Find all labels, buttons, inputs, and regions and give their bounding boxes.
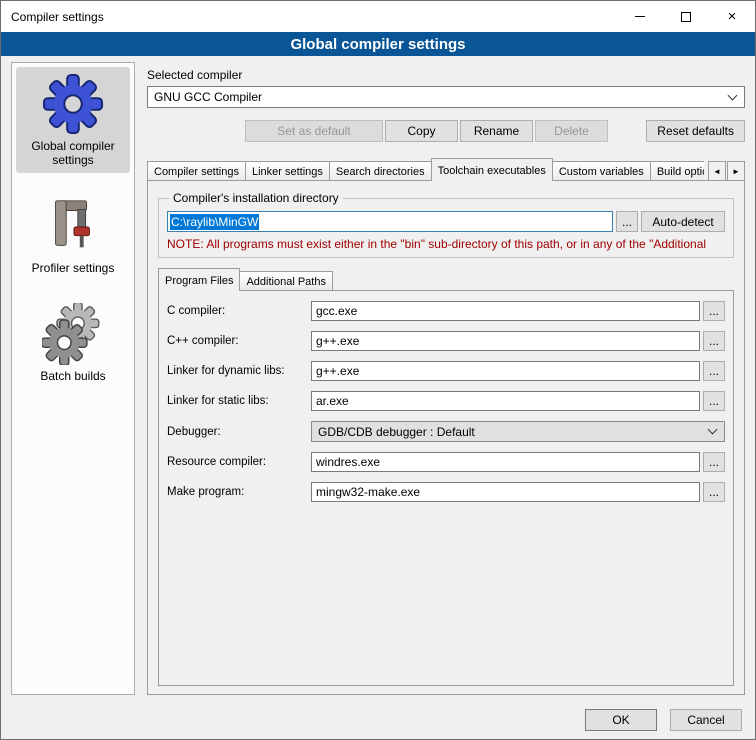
dialog-header: Global compiler settings [1,32,755,56]
make-program-label: Make program: [167,486,307,498]
selected-compiler-label: Selected compiler [147,68,745,82]
set-as-default-button[interactable]: Set as default [245,120,383,142]
tab-scroll-arrows: ◄ ► [704,161,745,181]
debugger-value: GDB/CDB debugger : Default [318,425,709,439]
cpp-compiler-label: C++ compiler: [167,335,307,347]
dialog-body: Global compiler settings Profiler settin… [1,56,755,701]
maximize-button[interactable] [663,1,709,32]
sidebar-item-label: Batch builds [40,369,105,383]
maximize-icon [681,12,691,22]
browse-button[interactable]: ... [703,361,725,381]
main-panel: Selected compiler GNU GCC Compiler Set a… [147,62,745,695]
form-row-make-program: Make program: ... [167,482,725,502]
form-row-static-linker: Linker for static libs: ... [167,391,725,411]
browse-directory-button[interactable]: ... [616,211,638,232]
sidebar-item-profiler-settings[interactable]: Profiler settings [16,189,130,281]
tab-search-directories[interactable]: Search directories [329,161,432,181]
dynamic-linker-label: Linker for dynamic libs: [167,365,307,377]
tab-compiler-settings[interactable]: Compiler settings [147,161,246,181]
form-row-cpp-compiler: C++ compiler: ... [167,331,725,351]
installation-directory-value: C:\raylib\MinGW [170,214,259,230]
cancel-button[interactable]: Cancel [670,709,742,731]
delete-button[interactable]: Delete [535,120,608,142]
chevron-down-icon [708,425,718,435]
close-button[interactable]: × [709,1,755,32]
tab-scroll-right-button[interactable]: ► [727,161,745,181]
program-tabs: Program Files Additional Paths [158,268,734,291]
tab-additional-paths[interactable]: Additional Paths [239,271,333,291]
static-linker-input[interactable] [311,391,700,411]
debugger-label: Debugger: [167,426,307,438]
installation-directory-input[interactable]: C:\raylib\MinGW [167,211,613,232]
make-program-input[interactable] [311,482,700,502]
form-row-c-compiler: C compiler: ... [167,301,725,321]
arrow-left-icon: ◄ [713,167,721,176]
form-row-resource-compiler: Resource compiler: ... [167,452,725,472]
cpp-compiler-input[interactable] [311,331,700,351]
browse-button[interactable]: ... [703,482,725,502]
sidebar-item-label: Global compiler settings [18,139,128,167]
installation-note: NOTE: All programs must exist either in … [167,237,725,251]
browse-button[interactable]: ... [703,301,725,321]
chevron-down-icon [728,90,738,100]
sidebar-item-batch-builds[interactable]: Batch builds [16,297,130,389]
compiler-actions: Set as default Copy Rename Delete Reset … [147,120,745,142]
debugger-dropdown[interactable]: GDB/CDB debugger : Default [311,421,725,442]
minimize-icon [635,16,645,17]
auto-detect-button[interactable]: Auto-detect [641,211,725,232]
rename-button[interactable]: Rename [460,120,533,142]
close-icon: × [728,9,737,24]
installation-directory-group-label: Compiler's installation directory [169,191,343,205]
resource-compiler-input[interactable] [311,452,700,472]
browse-button[interactable]: ... [703,391,725,411]
c-compiler-label: C compiler: [167,305,307,317]
arrow-right-icon: ► [732,167,740,176]
settings-tabs: Compiler settings Linker settings Search… [147,158,745,181]
copy-button[interactable]: Copy [385,120,458,142]
resource-compiler-label: Resource compiler: [167,456,307,468]
sidebar-item-label: Profiler settings [32,261,115,275]
installation-directory-row: C:\raylib\MinGW ... Auto-detect [167,211,725,232]
selected-compiler-value: GNU GCC Compiler [154,90,729,104]
toolchain-executables-panel: Compiler's installation directory C:\ray… [147,180,745,695]
window-controls: × [617,1,755,32]
ok-button[interactable]: OK [585,709,657,731]
selected-compiler-dropdown[interactable]: GNU GCC Compiler [147,86,745,108]
tab-scroll-left-button[interactable]: ◄ [708,161,726,181]
dialog-footer: OK Cancel [1,701,755,739]
settings-sidebar: Global compiler settings Profiler settin… [11,62,135,695]
tab-custom-variables[interactable]: Custom variables [552,161,651,181]
batch-builds-icon [42,303,104,365]
tab-toolchain-executables[interactable]: Toolchain executables [431,158,553,181]
minimize-button[interactable] [617,1,663,32]
static-linker-label: Linker for static libs: [167,395,307,407]
form-row-debugger: Debugger: GDB/CDB debugger : Default [167,421,725,442]
c-compiler-input[interactable] [311,301,700,321]
compiler-settings-window: Compiler settings × Global compiler sett… [0,0,756,740]
tab-program-files[interactable]: Program Files [158,268,240,291]
titlebar[interactable]: Compiler settings × [1,1,755,32]
sidebar-item-global-compiler-settings[interactable]: Global compiler settings [16,67,130,173]
gear-icon [42,73,104,135]
installation-directory-group: Compiler's installation directory C:\ray… [158,191,734,258]
window-title: Compiler settings [1,10,104,24]
program-files-panel: C compiler: ... C++ compiler: ... Linker… [158,290,734,686]
browse-button[interactable]: ... [703,331,725,351]
browse-button[interactable]: ... [703,452,725,472]
form-row-dynamic-linker: Linker for dynamic libs: ... [167,361,725,381]
tab-linker-settings[interactable]: Linker settings [245,161,330,181]
reset-defaults-button[interactable]: Reset defaults [646,120,745,142]
profiler-icon [42,195,104,257]
dynamic-linker-input[interactable] [311,361,700,381]
